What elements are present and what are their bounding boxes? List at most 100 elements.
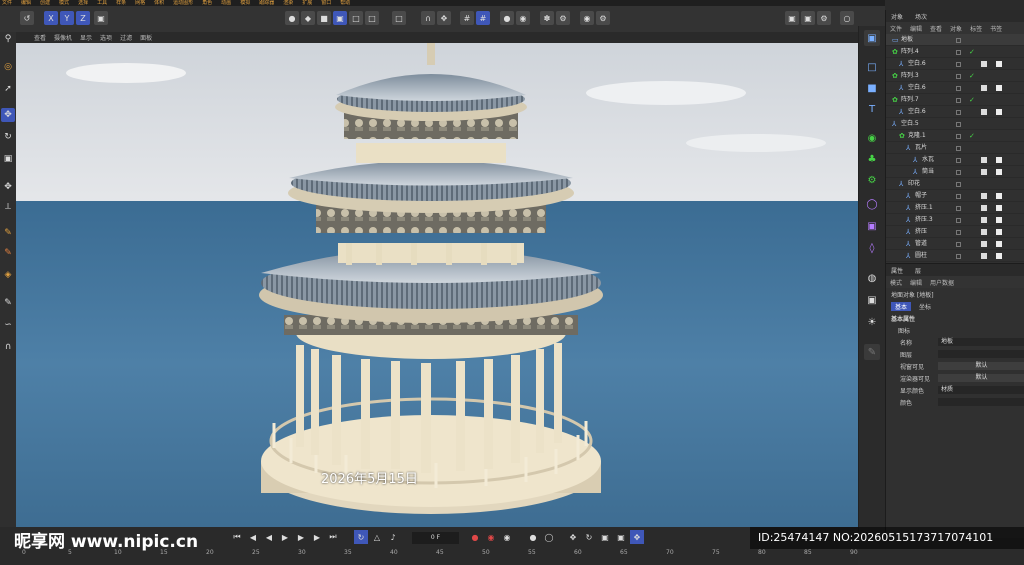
key-rot-icon[interactable]: ◯ [542,530,556,544]
om-menu-object[interactable]: 对象 [950,24,962,33]
visibility-dot[interactable] [956,38,961,43]
camera-icon[interactable]: ▣ [864,30,880,46]
sound-icon[interactable]: ♪ [386,530,400,544]
render-icon[interactable]: ▣ [801,11,815,25]
object-row[interactable]: ⅄ 圆柱 [886,250,1024,262]
volume-icon[interactable]: ◊ [864,240,880,256]
object-row[interactable]: ⅄ 空白.6 [886,58,1024,70]
tab-objects[interactable]: 对象 [891,12,903,21]
visibility-dot[interactable] [956,110,961,115]
grid-icon[interactable]: # [460,11,474,25]
material-tag-icon[interactable] [996,241,1002,247]
mograph-icon[interactable]: ♣ [864,151,880,167]
object-row[interactable]: ⅄ 印花 [886,178,1024,190]
material-tag-icon[interactable] [996,205,1002,211]
visibility-dot[interactable] [956,194,961,199]
visibility-dot[interactable] [956,182,961,187]
visibility-dot[interactable] [956,122,961,127]
enabled-check-icon[interactable]: ✓ [969,94,975,106]
attr-value[interactable]: 材质 [938,386,1024,394]
environment-icon[interactable]: ◍ [864,270,880,286]
am-menu-edit[interactable]: 编辑 [910,278,922,287]
paint-icon[interactable]: ✎ [1,246,15,260]
object-row[interactable]: ⅄ 空白.5 [886,118,1024,130]
attr-value[interactable] [938,398,1024,406]
key-move-icon[interactable]: ✥ [566,530,580,544]
scale-icon[interactable]: ▣ [1,152,15,166]
tab-coord[interactable]: 坐标 [919,302,931,311]
pen-disabled-icon[interactable]: ✎ [864,344,880,360]
undo-icon[interactable]: ↺ [20,11,34,25]
sphere-icon[interactable]: ● [285,11,299,25]
om-menu-bookmarks[interactable]: 书签 [990,24,1002,33]
object-row[interactable]: ⅄ 筒当 [886,166,1024,178]
object-row[interactable]: ⅄ 挤压.3 [886,214,1024,226]
tag-icon[interactable] [981,253,987,259]
model-mode-icon[interactable]: ▣ [333,11,347,25]
object-row[interactable]: ✿ 阵列.7 ✓ [886,94,1024,106]
attr-value[interactable]: 默认 [938,362,1024,370]
tag-icon[interactable] [981,229,987,235]
tab-layers[interactable]: 层 [915,266,921,275]
object-row[interactable]: ⅄ 瓦片 [886,142,1024,154]
visibility-dot[interactable] [956,254,961,259]
cloner-icon[interactable]: ◉ [864,130,880,146]
poly-icon[interactable]: ■ [317,11,331,25]
object-row[interactable]: ⅄ 水瓦 [886,154,1024,166]
move-icon[interactable]: ✥ [1,108,15,122]
visibility-dot[interactable] [956,98,961,103]
tag-icon[interactable] [981,217,987,223]
workplane-icon[interactable]: # [476,11,490,25]
record-key-icon[interactable]: ● [468,530,482,544]
light-icon[interactable]: ☀ [864,314,880,330]
coordinate-icon[interactable]: ▣ [94,11,108,25]
visibility-dot[interactable] [956,62,961,67]
tag-icon[interactable] [981,85,987,91]
axis-z-button[interactable]: Z [76,11,90,25]
keyframe-icon[interactable]: ◉ [500,530,514,544]
key-rotate-icon[interactable]: ↻ [582,530,596,544]
object-row[interactable]: ⅄ 挤压.1 [886,202,1024,214]
edge-icon[interactable]: ◆ [301,11,315,25]
record-icon[interactable]: ● [500,11,514,25]
texture-icon[interactable]: □ [365,11,379,25]
material-tag-icon[interactable] [996,109,1002,115]
visibility-dot[interactable] [956,206,961,211]
key-pos-icon[interactable]: ● [526,530,540,544]
attr-value[interactable] [938,350,1024,358]
viewport-menu-item[interactable]: 选项 [100,33,112,42]
material-tag-icon[interactable] [996,169,1002,175]
key-pla-icon[interactable]: ✥ [630,530,644,544]
snap-icon[interactable]: □ [392,11,406,25]
deformer-icon[interactable]: ◯ [864,196,880,212]
visibility-dot[interactable] [956,86,961,91]
visibility-dot[interactable] [956,218,961,223]
tag-icon[interactable] [981,157,987,163]
material-tag-icon[interactable] [996,61,1002,67]
object-mode-icon[interactable]: □ [349,11,363,25]
object-row[interactable]: ✿ 克隆.1 ✓ [886,130,1024,142]
key-scale-icon[interactable]: ▣ [598,530,612,544]
effector-icon[interactable]: ⚙ [864,172,880,188]
tab-takes[interactable]: 场次 [915,12,927,21]
tag-icon[interactable] [981,169,987,175]
viewport[interactable]: 2026年5月15日 [16,43,858,527]
object-row[interactable]: ⅄ 空白.6 [886,82,1024,94]
object-row[interactable]: ▭ 地板 [886,34,1024,46]
object-row[interactable]: ✿ 阵列.3 ✓ [886,70,1024,82]
om-menu-file[interactable]: 文件 [890,24,902,33]
next-frame-icon[interactable]: ▶ [294,530,308,544]
render-settings-icon[interactable]: ⚙ [817,11,831,25]
axis-x-button[interactable]: X [44,11,58,25]
attr-value[interactable]: 地板 [938,338,1024,346]
viewport-menu-item[interactable]: 摄像机 [54,33,72,42]
om-menu-edit[interactable]: 编辑 [910,24,922,33]
move-tool-icon[interactable]: ✥ [437,11,451,25]
tab-attributes[interactable]: 属性 [891,266,903,275]
cube-icon[interactable]: □ [864,59,880,75]
viewport-menu-item[interactable]: 面板 [140,33,152,42]
prev-key-icon[interactable]: ◀ [246,530,260,544]
visibility-dot[interactable] [956,146,961,151]
key-param-icon[interactable]: ▣ [614,530,628,544]
viewport-menu-item[interactable]: 显示 [80,33,92,42]
